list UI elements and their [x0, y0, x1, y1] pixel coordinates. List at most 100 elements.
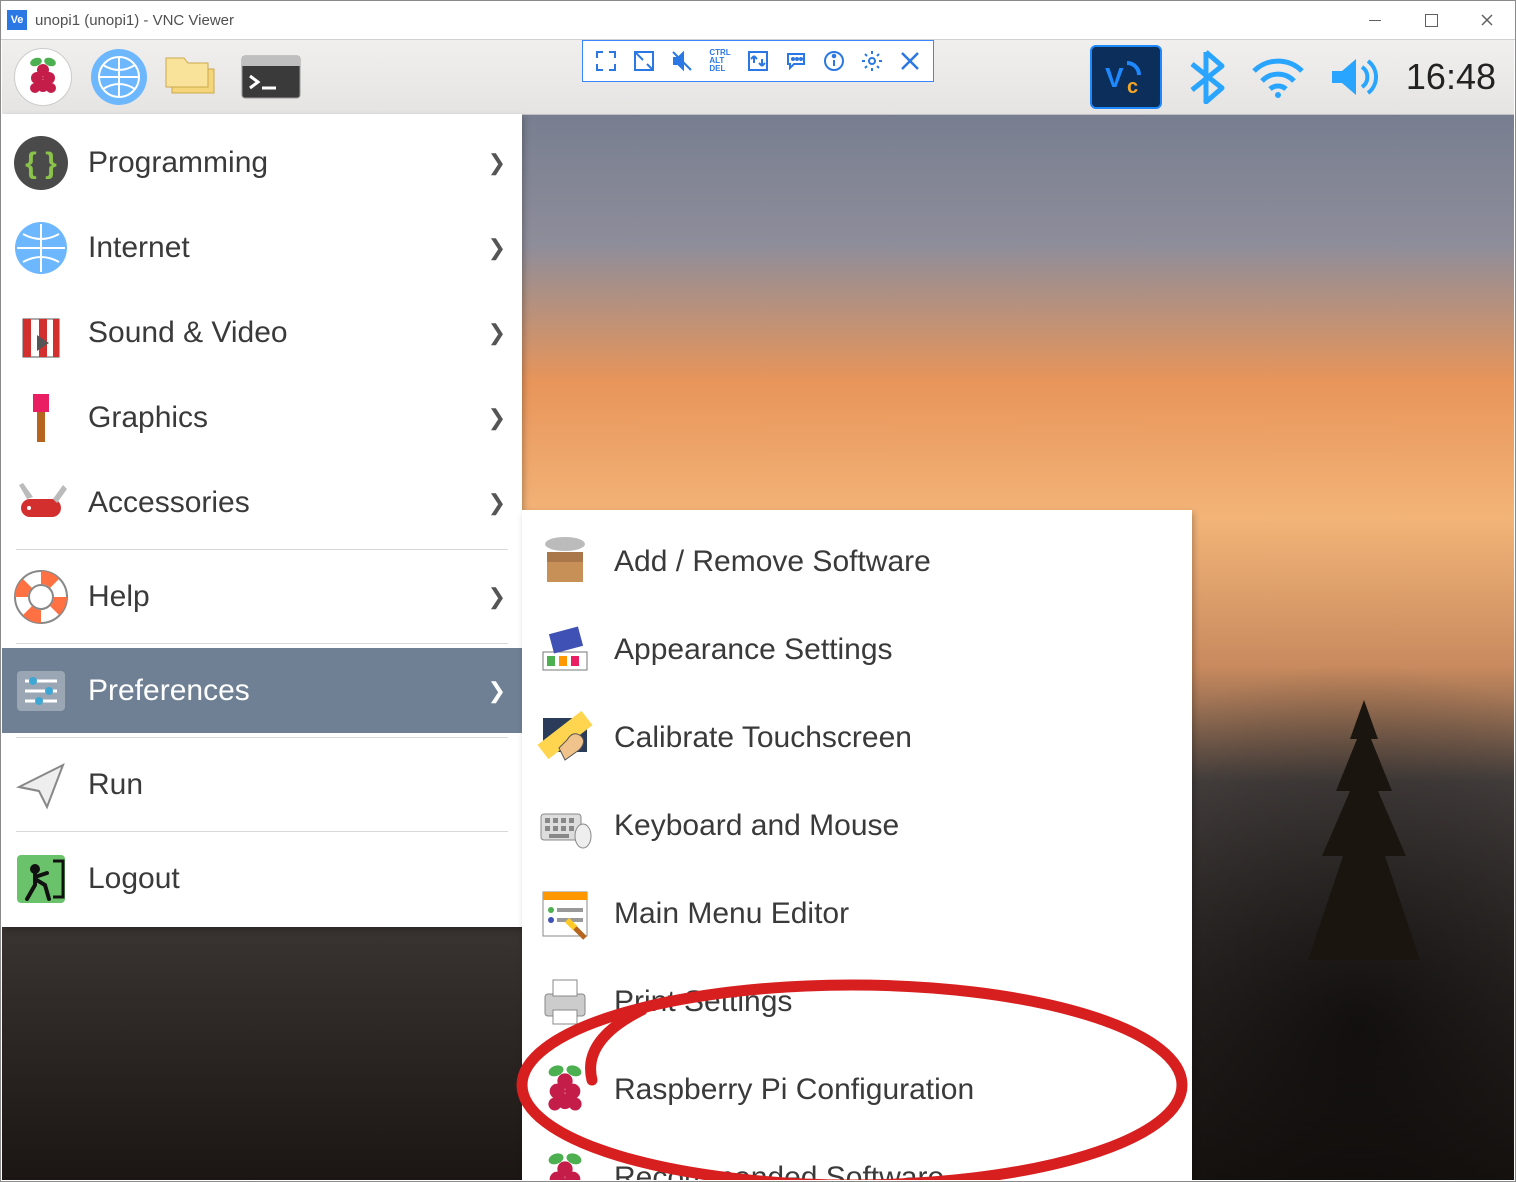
submenu-item-menueditor[interactable]: Main Menu Editor: [522, 870, 1192, 958]
chevron-right-icon: ❯: [488, 584, 506, 610]
menu-label: Internet: [88, 231, 472, 265]
submenu-label: Add / Remove Software: [614, 545, 931, 579]
titlebar: Ve unopi1 (unopi1) - VNC Viewer: [1, 1, 1515, 40]
submenu-label: Print Settings: [614, 985, 792, 1019]
globe-icon: [10, 217, 72, 279]
menu-item-soundvideo[interactable]: Sound & Video ❯: [2, 290, 522, 375]
chevron-right-icon: ❯: [488, 150, 506, 176]
application-menu: { } Programming ❯ Internet ❯ Sound & Vid…: [2, 114, 522, 927]
menu-separator: [16, 643, 508, 644]
bluetooth-icon[interactable]: [1184, 50, 1228, 104]
package-icon: [534, 531, 596, 593]
close-session-icon[interactable]: [891, 44, 929, 78]
svg-text:V: V: [1105, 62, 1124, 93]
transfer-icon[interactable]: [739, 44, 777, 78]
submenu-label: Calibrate Touchscreen: [614, 721, 912, 755]
chevron-right-icon: ❯: [488, 490, 506, 516]
chevron-right-icon: ❯: [488, 235, 506, 261]
folders-icon: [164, 52, 226, 102]
printer-icon: [534, 971, 596, 1033]
submenu-label: Recommended Software: [614, 1161, 944, 1180]
submenu-label: Main Menu Editor: [614, 897, 849, 931]
menu-label: Preferences: [88, 674, 472, 708]
popcorn-icon: [10, 302, 72, 364]
submenu-item-appearance[interactable]: Appearance Settings: [522, 606, 1192, 694]
submenu-label: Appearance Settings: [614, 633, 893, 667]
preferences-submenu: Add / Remove Software Appearance Setting…: [522, 510, 1192, 1180]
menu-separator: [16, 737, 508, 738]
menu-label: Run: [88, 768, 506, 802]
chat-icon[interactable]: [777, 44, 815, 78]
submenu-item-recsoft[interactable]: Recommended Software: [522, 1134, 1192, 1180]
submenu-label: Keyboard and Mouse: [614, 809, 899, 843]
fullscreen-icon[interactable]: [587, 44, 625, 78]
submenu-item-raspiconf[interactable]: Raspberry Pi Configuration: [522, 1046, 1192, 1134]
settings-icon[interactable]: [853, 44, 891, 78]
submenu-item-printset[interactable]: Print Settings: [522, 958, 1192, 1046]
clock[interactable]: 16:48: [1406, 56, 1496, 98]
menu-label: Logout: [88, 862, 506, 896]
terminal-launcher[interactable]: [240, 46, 302, 108]
file-manager-launcher[interactable]: [164, 46, 226, 108]
menu-item-logout[interactable]: Logout: [2, 836, 522, 921]
swissknife-icon: [10, 472, 72, 534]
vnc-server-icon[interactable]: Vc: [1090, 45, 1162, 109]
close-button[interactable]: [1459, 1, 1515, 39]
exit-icon: [10, 848, 72, 910]
menulist-icon: [534, 883, 596, 945]
wifi-icon[interactable]: [1250, 55, 1306, 99]
remote-desktop: Vc 16:48: [2, 40, 1514, 1180]
mute-icon[interactable]: [663, 44, 701, 78]
raspberry-icon: [534, 1059, 596, 1121]
app-icon: Ve: [7, 10, 27, 30]
sliders-icon: [10, 660, 72, 722]
submenu-item-kbdmouse[interactable]: Keyboard and Mouse: [522, 782, 1192, 870]
menu-item-programming[interactable]: { } Programming ❯: [2, 120, 522, 205]
scale-icon[interactable]: [625, 44, 663, 78]
chevron-right-icon: ❯: [488, 405, 506, 431]
submenu-label: Raspberry Pi Configuration: [614, 1073, 974, 1107]
application-menu-button[interactable]: [12, 46, 74, 108]
palette-icon: [534, 619, 596, 681]
brush-icon: [10, 387, 72, 449]
volume-icon[interactable]: [1328, 55, 1384, 99]
menu-label: Sound & Video: [88, 316, 472, 350]
info-icon[interactable]: [815, 44, 853, 78]
paperplane-icon: [10, 754, 72, 816]
vnc-toolbar: CTRLALTDEL: [582, 40, 934, 82]
menu-label: Accessories: [88, 486, 472, 520]
chevron-right-icon: ❯: [488, 320, 506, 346]
menu-item-preferences[interactable]: Preferences ❯: [2, 648, 522, 733]
vnc-viewer-window: Ve unopi1 (unopi1) - VNC Viewer: [0, 0, 1516, 1182]
globe-icon: [91, 49, 147, 105]
maximize-button[interactable]: [1403, 1, 1459, 39]
browser-launcher[interactable]: [88, 46, 150, 108]
menu-separator: [16, 549, 508, 550]
svg-text:{ }: { }: [25, 147, 57, 180]
terminal-icon: [240, 52, 302, 102]
menu-item-internet[interactable]: Internet ❯: [2, 205, 522, 290]
raspberry-icon: [14, 48, 72, 106]
menu-item-run[interactable]: Run: [2, 742, 522, 827]
menu-separator: [16, 831, 508, 832]
keyboard-icon: [534, 795, 596, 857]
chevron-right-icon: ❯: [488, 678, 506, 704]
wctrl-alt-del-icon[interactable]: CTRLALTDEL: [701, 44, 739, 78]
lifebuoy-icon: [10, 566, 72, 628]
window-title: unopi1 (unopi1) - VNC Viewer: [35, 12, 234, 29]
menu-item-accessories[interactable]: Accessories ❯: [2, 460, 522, 545]
minimize-button[interactable]: [1347, 1, 1403, 39]
code-icon: { }: [10, 132, 72, 194]
system-tray: Vc 16:48: [1090, 45, 1514, 109]
menu-item-help[interactable]: Help ❯: [2, 554, 522, 639]
menu-label: Graphics: [88, 401, 472, 435]
submenu-item-touchscreen[interactable]: Calibrate Touchscreen: [522, 694, 1192, 782]
touch-icon: [534, 707, 596, 769]
raspberry-icon: [534, 1147, 596, 1180]
submenu-item-addremove[interactable]: Add / Remove Software: [522, 518, 1192, 606]
taskbar-launchers: [2, 46, 302, 108]
menu-label: Programming: [88, 146, 472, 180]
svg-text:c: c: [1127, 76, 1138, 97]
menu-label: Help: [88, 580, 472, 614]
menu-item-graphics[interactable]: Graphics ❯: [2, 375, 522, 460]
